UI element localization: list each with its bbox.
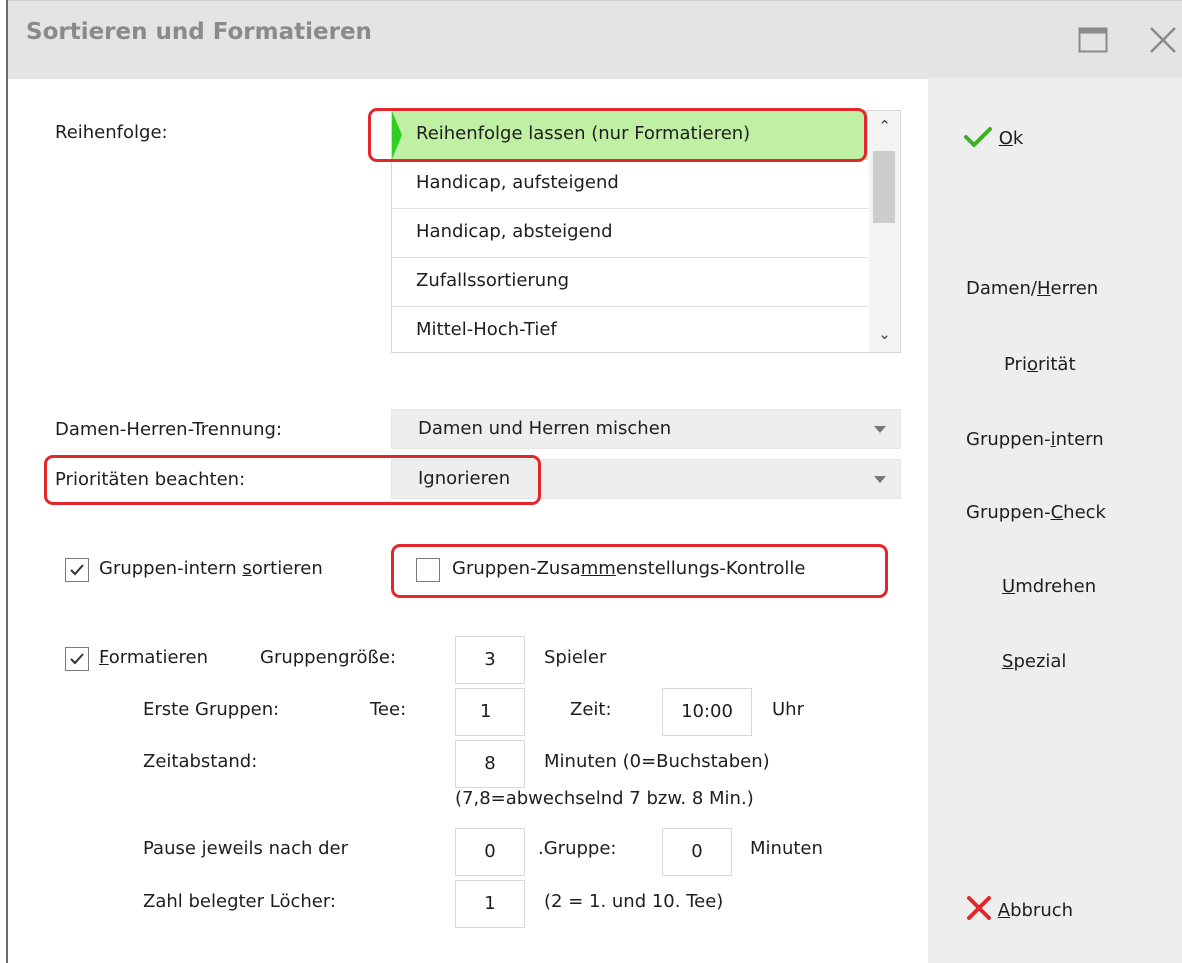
dropdown-arrow-icon[interactable] <box>874 476 886 483</box>
scroll-up-icon[interactable]: ⌃ <box>869 117 900 135</box>
group-sort-checkbox[interactable]: Gruppen-intern sortieren <box>65 556 385 586</box>
highlight-group-check <box>391 544 888 598</box>
prioritaet-button[interactable]: Priorität <box>1004 354 1076 375</box>
interval-unit: Minuten (0=Buchstaben) <box>544 751 770 772</box>
group-size-unit: Spieler <box>544 647 607 668</box>
scroll-thumb[interactable] <box>873 151 895 223</box>
order-option[interactable]: Zufallssortierung <box>392 258 868 307</box>
ok-button[interactable]: Ok <box>963 126 1023 154</box>
close-button[interactable] <box>1148 25 1178 55</box>
interval-note: (7,8=abwechselnd 7 bzw. 8 Min.) <box>455 788 754 809</box>
checkbox-box[interactable] <box>65 558 89 582</box>
window-title: Sortieren und Formatieren <box>26 19 372 45</box>
order-scrollbar[interactable]: ⌃ ⌄ <box>869 111 900 352</box>
format-checkbox[interactable]: Formatieren <box>65 645 245 675</box>
spezial-button[interactable]: Spezial <box>1002 651 1066 672</box>
checkmark-icon <box>70 564 84 576</box>
umdrehen-button[interactable]: Umdrehen <box>1002 576 1096 597</box>
cancel-icon <box>967 896 991 920</box>
pause-group-label: .Gruppe: <box>538 838 617 859</box>
title-bar: Sortieren und Formatieren <box>8 0 1182 79</box>
sort-format-dialog: Sortieren und Formatieren Reihenfolge: R… <box>6 0 1182 963</box>
check-icon <box>964 127 992 147</box>
order-option[interactable]: Handicap, absteigend <box>392 209 868 258</box>
holes-label: Zahl belegter Löcher: <box>143 891 336 912</box>
gruppen-intern-button[interactable]: Gruppen-intern <box>966 429 1104 450</box>
maximize-icon <box>1078 27 1108 53</box>
highlight-order-selection <box>368 108 867 162</box>
order-option-label: Mittel-Hoch-Tief <box>416 319 557 340</box>
checkmark-icon <box>70 653 84 665</box>
pause-minutes-field[interactable]: 0 <box>662 828 732 876</box>
maximize-button[interactable] <box>1078 27 1108 53</box>
time-unit: Uhr <box>772 699 804 720</box>
tee-label: Tee: <box>370 699 407 720</box>
order-option-label: Handicap, absteigend <box>416 221 613 242</box>
time-label: Zeit: <box>570 699 612 720</box>
pause-group-field[interactable]: 0 <box>455 828 525 876</box>
time-field[interactable]: 10:00 <box>662 688 752 736</box>
tee-field[interactable]: 1 <box>455 688 525 736</box>
order-option-label: Zufallssortierung <box>416 270 570 291</box>
scroll-down-icon[interactable]: ⌄ <box>869 325 900 343</box>
order-option[interactable]: Handicap, aufsteigend <box>392 160 868 209</box>
gruppen-check-button[interactable]: Gruppen-Check <box>966 502 1106 523</box>
gender-label: Damen-Herren-Trennung: <box>55 419 282 440</box>
holes-note: (2 = 1. und 10. Tee) <box>544 891 724 912</box>
damen-herren-button[interactable]: Damen/Herren <box>966 278 1098 299</box>
interval-label: Zeitabstand: <box>143 751 258 772</box>
group-size-field[interactable]: 3 <box>455 636 525 684</box>
interval-field[interactable]: 8 <box>455 740 525 788</box>
checkbox-box[interactable] <box>65 647 89 671</box>
holes-field[interactable]: 1 <box>455 880 525 928</box>
first-groups-label: Erste Gruppen: <box>143 699 280 720</box>
pause-label: Pause jeweils nach der <box>143 838 348 859</box>
order-option[interactable]: Mittel-Hoch-Tief <box>392 307 868 352</box>
gender-combobox[interactable]: Damen und Herren mischen <box>391 409 901 449</box>
close-icon <box>1150 27 1176 53</box>
order-option-label: Handicap, aufsteigend <box>416 172 619 193</box>
order-label: Reihenfolge: <box>55 122 168 143</box>
highlight-priority <box>44 455 541 505</box>
group-sort-label: Gruppen-intern sortieren <box>99 558 323 579</box>
gender-value: Damen und Herren mischen <box>418 418 672 439</box>
dropdown-arrow-icon[interactable] <box>874 426 886 433</box>
abbruch-button[interactable]: Abbruch <box>966 895 1073 925</box>
group-size-label: Gruppengröße: <box>260 647 397 668</box>
format-label: Formatieren <box>99 647 208 668</box>
pause-unit: Minuten <box>750 838 823 859</box>
